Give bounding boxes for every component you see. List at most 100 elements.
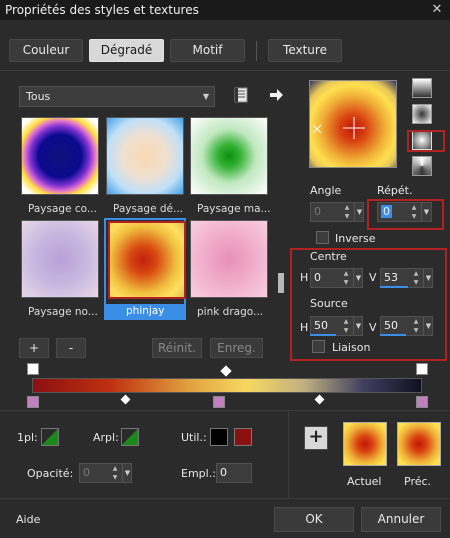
chevron-down-icon[interactable]: ▼	[122, 464, 132, 482]
spin-arrows-icon[interactable]: ▲ ▼	[341, 203, 353, 221]
opacity-stop-label: 1pl:	[17, 431, 38, 444]
centre-v-stepper[interactable]: 53 ▲ ▼ ▼	[380, 268, 433, 288]
gradient-thumb-paysage-ma[interactable]	[190, 117, 268, 195]
angle-stepper[interactable]: 0 ▲ ▼ ▼	[310, 202, 364, 222]
centre-h-value: 0	[314, 271, 321, 284]
previous-swatch[interactable]	[397, 422, 441, 466]
tab-underline	[0, 70, 450, 71]
opacity-stop-left-icon[interactable]	[27, 363, 39, 375]
add-to-swatches-button[interactable]: +	[304, 426, 328, 450]
centre-v-label: V	[369, 271, 377, 284]
source-h-stepper[interactable]: 50 ▲ ▼ ▼	[310, 316, 363, 336]
source-h-label: H	[300, 321, 309, 334]
bg-color-swatch[interactable]	[121, 428, 139, 446]
spin-arrows-icon[interactable]: ▲ ▼	[408, 203, 420, 221]
spin-arrows-icon[interactable]: ▲ ▼	[410, 317, 422, 335]
title-bar: Propriétés des styles et textures ✕	[0, 0, 450, 20]
opacity-stop-right-icon[interactable]	[416, 363, 428, 375]
save-preset-button[interactable]: Enreg.	[210, 338, 263, 358]
library-manager-icon[interactable]	[233, 87, 249, 103]
close-icon[interactable]: ✕	[428, 1, 446, 18]
category-dropdown[interactable]: Tous ▼	[19, 86, 215, 107]
centre-label: Centre	[310, 250, 347, 263]
gradient-thumb-paysage-de[interactable]	[106, 117, 184, 195]
spin-arrows-icon[interactable]: ▲ ▼	[109, 464, 121, 482]
source-v-value: 50	[384, 319, 398, 332]
chevron-down-icon[interactable]: ▼	[353, 269, 363, 287]
sunburst-type-icon[interactable]	[412, 156, 432, 176]
tab-couleur[interactable]: Couleur	[9, 39, 83, 62]
tab-texture[interactable]: Texture	[268, 39, 342, 62]
thumb-label: pink drago...	[197, 306, 263, 318]
thumb-label: Paysage co...	[28, 203, 97, 215]
source-label: Source	[310, 297, 348, 310]
centre-v-value: 53	[384, 271, 398, 284]
repeat-stepper[interactable]: 0 ▲ ▼ ▼	[377, 202, 432, 222]
ok-button[interactable]: OK	[274, 507, 354, 532]
spin-arrows-icon[interactable]: ▲ ▼	[410, 269, 422, 287]
location-label: Empl.:	[181, 467, 216, 480]
chevron-down-icon[interactable]: ▼	[423, 269, 433, 287]
thumb-label: Paysage dé...	[113, 203, 184, 215]
color-stop-right-icon[interactable]	[416, 396, 428, 408]
color-stop-left-icon[interactable]	[27, 396, 39, 408]
source-h-value: 50	[314, 319, 328, 332]
current-label: Actuel	[347, 475, 382, 488]
invert-checkbox[interactable]	[316, 231, 329, 244]
tab-motif[interactable]: Motif	[170, 39, 245, 62]
gradient-thumb-pink-drago[interactable]	[190, 220, 268, 298]
gradient-thumb-paysage-co[interactable]	[21, 117, 99, 195]
spin-arrows-icon[interactable]: ▲ ▼	[340, 269, 352, 287]
scrollbar-thumb[interactable]	[278, 273, 284, 293]
tab-degrade[interactable]: Dégradé	[89, 39, 164, 62]
cancel-button[interactable]: Annuler	[361, 507, 441, 532]
gradient-thumb-paysage-no[interactable]	[21, 220, 99, 298]
window-title: Propriétés des styles et textures	[5, 3, 199, 17]
library-scrollbar[interactable]	[277, 117, 285, 327]
remove-preset-button[interactable]: -	[56, 338, 86, 358]
angle-value: 0	[314, 205, 321, 218]
add-preset-button[interactable]: +	[19, 338, 49, 358]
rectangular-type-icon[interactable]	[412, 104, 432, 124]
link-label: Liaison	[332, 341, 371, 354]
current-swatch[interactable]	[343, 422, 387, 466]
radial-type-highlight	[407, 130, 445, 152]
chevron-down-icon[interactable]: ▼	[423, 317, 433, 335]
chevron-down-icon: ▼	[202, 92, 209, 101]
category-value: Tous	[26, 90, 51, 103]
gradient-thumb-phinjay[interactable]	[108, 221, 186, 299]
source-v-stepper[interactable]: 50 ▲ ▼ ▼	[380, 316, 433, 336]
chevron-down-icon[interactable]: ▼	[421, 203, 431, 221]
link-checkbox[interactable]	[312, 340, 325, 353]
previous-label: Préc.	[404, 475, 432, 488]
arrange-label: Arpl:	[93, 431, 119, 444]
preview-divider	[288, 412, 289, 498]
reset-button[interactable]: Réinit.	[152, 338, 202, 358]
centre-v-slider-fill	[380, 286, 408, 288]
source-v-label: V	[369, 321, 377, 334]
spin-arrows-icon[interactable]: ▲ ▼	[340, 317, 352, 335]
chevron-down-icon[interactable]: ▼	[354, 203, 364, 221]
help-link[interactable]: Aide	[16, 513, 40, 526]
gradient-preview[interactable]	[309, 80, 397, 168]
thumb-label: Paysage ma...	[197, 203, 271, 215]
color-stop-middle-icon[interactable]	[213, 396, 225, 408]
linear-type-icon[interactable]	[412, 78, 432, 98]
angle-label: Angle	[310, 184, 342, 197]
user-color-black-swatch[interactable]	[210, 428, 228, 446]
center-crosshair-icon	[312, 117, 365, 139]
chevron-down-icon[interactable]: ▼	[353, 317, 363, 335]
arrow-right-icon[interactable]	[268, 87, 284, 103]
opacity-midpoint-icon[interactable]	[220, 365, 232, 377]
centre-h-stepper[interactable]: 0 ▲ ▼ ▼	[310, 268, 363, 288]
gradient-bar[interactable]	[32, 378, 422, 393]
centre-h-label: H	[300, 271, 309, 284]
color-midpoint-icon[interactable]	[120, 394, 131, 405]
fg-color-swatch[interactable]	[41, 428, 59, 446]
opacity-stepper[interactable]: 0 ▲ ▼ ▼	[79, 463, 132, 483]
user-color-red-swatch[interactable]	[234, 428, 252, 446]
section-divider	[0, 410, 450, 411]
invert-label: Inverse	[335, 232, 376, 245]
color-midpoint-icon[interactable]	[314, 394, 325, 405]
location-field[interactable]: 0	[216, 463, 252, 483]
